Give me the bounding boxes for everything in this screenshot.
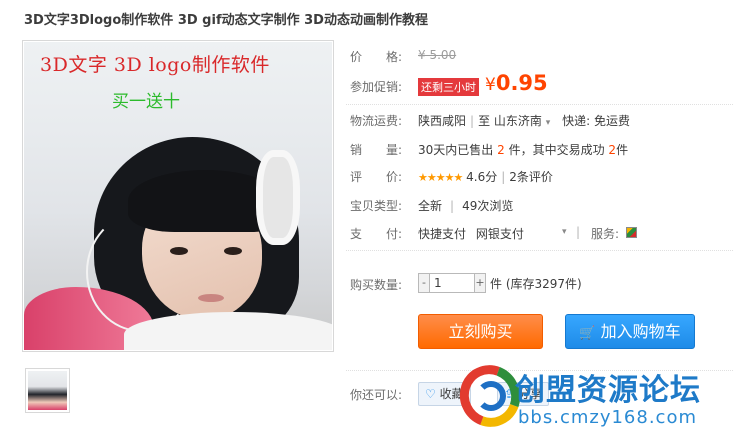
ship-destination: 山东济南	[493, 114, 542, 128]
item-separator: |	[450, 199, 455, 213]
rating-separator: |	[501, 170, 506, 184]
forum-watermark: 创盟资源论坛 bbs.cmzy168.com	[449, 355, 730, 439]
more-actions-label: 你还可以:	[350, 388, 403, 402]
stock-info: 件 (库存3297件)	[490, 276, 582, 291]
headphone-icon	[256, 150, 300, 245]
rating-label: 评 价:	[350, 170, 403, 184]
watermark-brand: 创盟资源论坛	[515, 373, 701, 408]
ship-from: 陕西咸阳	[418, 114, 467, 128]
quantity-plus-button[interactable]: +	[474, 273, 486, 293]
promo-label: 参加促销:	[350, 80, 403, 94]
photo-pillow	[124, 312, 332, 350]
rating-info: ★★★★★ 4.6分 | 2条评价	[418, 168, 553, 185]
star-rating-icon: ★★★★★	[418, 171, 463, 184]
success-count: 2	[608, 143, 617, 157]
service-icon	[626, 227, 637, 238]
rating-score: 4.6分	[466, 170, 498, 184]
payment-method-bank: 网银支付	[475, 227, 524, 241]
watermark-logo-inner	[476, 381, 506, 411]
product-title: 3D文字3Dlogo制作软件 3D gif动态文字制作 3D动态动画制作教程	[24, 13, 428, 28]
promo-countdown-badge: 还剩三小时	[418, 78, 479, 96]
watermark-url: bbs.cmzy168.com	[518, 407, 698, 428]
price-label: 价 格:	[350, 50, 403, 64]
photo-eye-right	[224, 247, 242, 255]
shipping-fee: 快递: 免运费	[562, 114, 630, 128]
thumbnail-image	[28, 371, 67, 410]
promo-price: ¥0.95	[485, 71, 548, 95]
item-condition: 全新	[418, 199, 443, 213]
shipping-label: 物流运费:	[350, 114, 403, 128]
service-badge-icon[interactable]	[626, 226, 637, 240]
payment-info: 快捷支付 网银支付	[418, 225, 524, 242]
add-to-cart-button[interactable]: 🛒 加入购物车	[565, 314, 695, 349]
sales-info: 30天内已售出 2 件，其中交易成功 2件	[418, 141, 628, 158]
heart-icon: ♡	[425, 387, 436, 401]
sales-suffix: 件	[616, 143, 629, 157]
reviews-link[interactable]: 2条评价	[509, 170, 553, 184]
quantity-stepper: - + 件 (库存3297件)	[418, 273, 582, 293]
cart-icon: 🛒	[579, 326, 596, 341]
product-thumbnail[interactable]	[25, 368, 70, 413]
promo-price-value: 0.95	[495, 71, 548, 95]
buy-now-button[interactable]: 立刻购买	[418, 314, 543, 349]
ship-destination-select[interactable]: 山东济南 ▾	[494, 114, 550, 128]
sales-count: 2	[497, 143, 505, 157]
quantity-label: 购买数量:	[350, 278, 403, 292]
product-main-image[interactable]: 3D文字 3D logo制作软件 买一送十	[22, 40, 334, 352]
payment-method-express: 快捷支付	[418, 227, 467, 241]
sales-label: 销 量:	[350, 143, 403, 157]
sales-mid: 件，其中交易成功	[508, 143, 605, 157]
item-views: 49次浏览	[462, 199, 514, 213]
chevron-down-icon: ▾	[545, 118, 551, 128]
add-to-cart-label: 加入购物车	[600, 322, 681, 341]
image-overlay-promo: 买一送十	[112, 92, 180, 112]
divider	[346, 104, 733, 105]
quantity-minus-button[interactable]: -	[418, 273, 430, 293]
ship-to-prefix: 至	[478, 114, 491, 128]
quantity-input[interactable]	[430, 273, 474, 293]
sales-prefix: 30天内已售出	[418, 143, 494, 157]
item-type-label: 宝贝类型:	[350, 199, 403, 213]
divider	[346, 250, 733, 251]
payment-separator: |	[576, 225, 581, 239]
image-overlay-title: 3D文字 3D logo制作软件	[40, 54, 270, 76]
shipping-info: 陕西咸阳 | 至 山东济南 ▾ 快递: 免运费	[418, 112, 630, 129]
payment-dropdown-icon[interactable]: ▾	[562, 227, 567, 237]
payment-label: 支 付:	[350, 227, 403, 241]
photo-lips	[198, 294, 224, 302]
original-price: ¥ 5.00	[418, 48, 457, 62]
promo-currency: ¥	[485, 75, 496, 95]
item-type-info: 全新 | 49次浏览	[418, 197, 513, 214]
service-label: 服务:	[591, 227, 620, 241]
ship-separator: |	[470, 114, 475, 128]
product-photo: 3D文字 3D logo制作软件 买一送十	[24, 42, 332, 350]
